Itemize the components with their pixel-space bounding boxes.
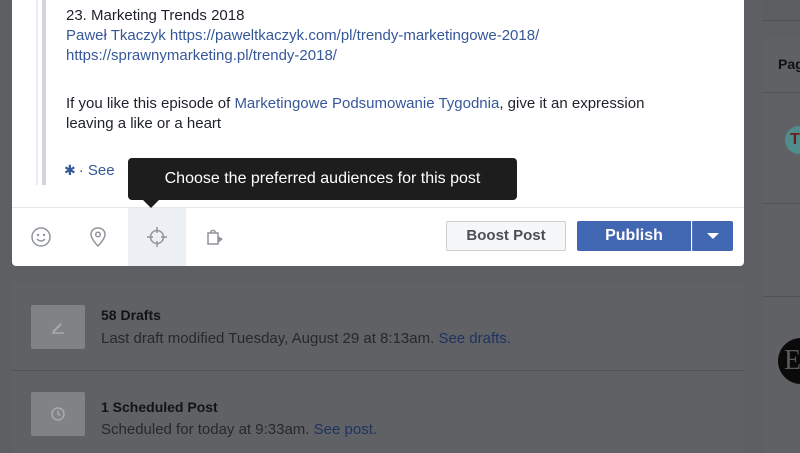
row-divider: [12, 370, 744, 371]
quote-border: [42, 0, 46, 185]
smiley-icon[interactable]: [12, 208, 70, 266]
post-description: If you like this episode of Marketingowe…: [66, 94, 686, 134]
drafts-title[interactable]: 58 Drafts: [101, 307, 161, 323]
post-link[interactable]: https://sprawnymarketing.pl/trendy-2018/: [66, 46, 337, 66]
sidebar-divider: [763, 92, 800, 93]
chevron-down-icon: [707, 233, 719, 239]
post-link[interactable]: Paweł Tkaczyk https://paweltkaczyk.com/p…: [66, 26, 539, 46]
publish-options-dropdown[interactable]: [692, 221, 733, 251]
audience-tooltip: Choose the preferred audiences for this …: [128, 158, 517, 200]
dot-separator: ·: [78, 162, 88, 179]
clock-icon: [31, 392, 85, 436]
see-more-link[interactable]: See: [88, 162, 115, 179]
sidebar-pages-label: Pag: [778, 56, 800, 72]
see-more-row[interactable]: ✱ · See: [64, 162, 115, 179]
sidebar-divider: [763, 203, 800, 204]
scheduled-title[interactable]: 1 Scheduled Post: [101, 399, 218, 415]
sidebar-top-block: [763, 0, 800, 21]
post-composer: 23. Marketing Trends 2018 Paweł Tkaczyk …: [12, 0, 744, 266]
see-post-link[interactable]: See post.: [314, 421, 377, 438]
drafts-subtitle: Last draft modified Tuesday, August 29 a…: [101, 330, 511, 347]
quote-border: [36, 0, 38, 185]
draft-icon: [31, 305, 85, 349]
location-pin-icon[interactable]: [69, 208, 127, 266]
target-icon[interactable]: [128, 208, 186, 266]
sidebar-pages-panel: [763, 38, 800, 453]
drafts-subtitle-text: Last draft modified Tuesday, August 29 a…: [101, 330, 435, 347]
scheduled-subtitle-text: Scheduled for today at 9:33am.: [101, 421, 310, 438]
see-drafts-link[interactable]: See drafts.: [438, 330, 511, 347]
composer-toolbar: Boost Post Publish: [12, 208, 744, 266]
episode-title: 23. Marketing Trends 2018: [66, 7, 245, 24]
sidebar-divider: [763, 296, 800, 297]
tooltip-arrow: [143, 200, 159, 208]
scheduled-subtitle: Scheduled for today at 9:33am. See post.: [101, 421, 377, 438]
shopping-bag-icon[interactable]: [187, 208, 245, 266]
gear-icon: ✱: [64, 162, 76, 178]
description-text: If you like this episode of: [66, 95, 235, 112]
publish-button[interactable]: Publish: [577, 221, 691, 251]
page-link[interactable]: Marketingowe Podsumowanie Tygodnia: [234, 95, 499, 112]
boost-post-button[interactable]: Boost Post: [446, 221, 566, 251]
